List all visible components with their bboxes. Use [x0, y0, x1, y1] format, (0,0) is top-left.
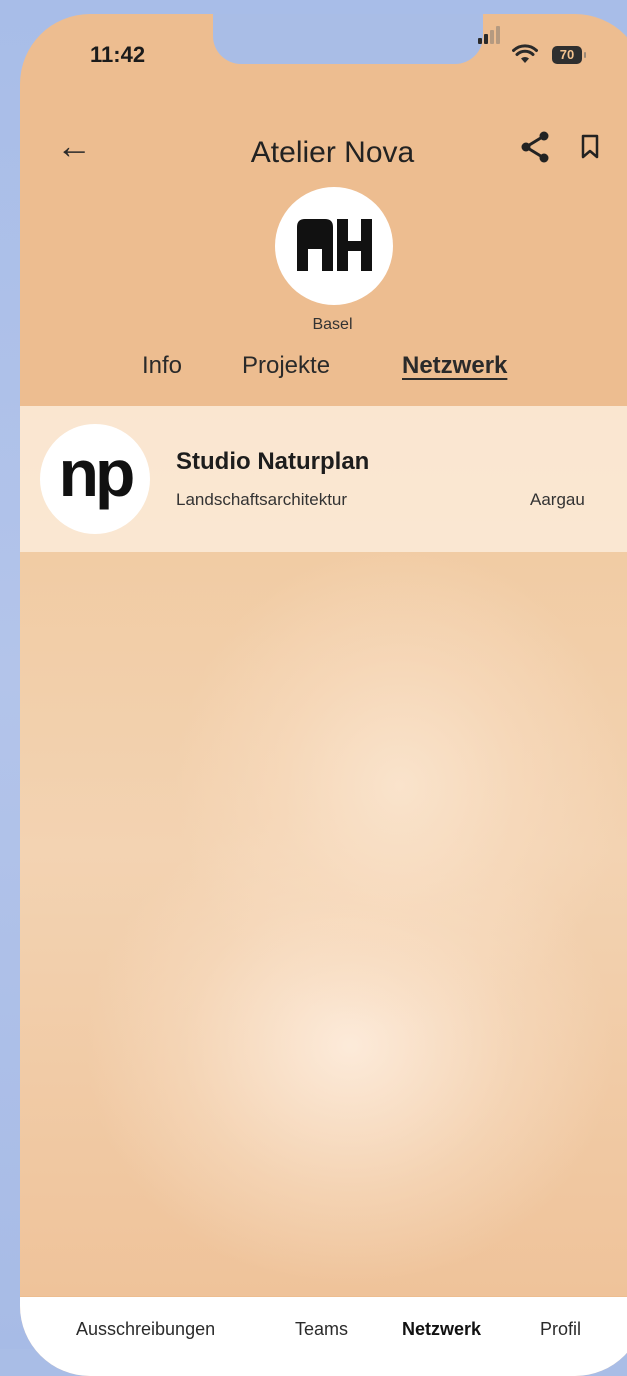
list-item[interactable]: np Studio Naturplan Landschaftsarchitekt…: [20, 406, 627, 552]
nav-teams[interactable]: Teams: [295, 1319, 348, 1340]
bookmark-icon[interactable]: [580, 134, 600, 160]
atelier-logo-icon: [297, 219, 372, 271]
nav-netzwerk[interactable]: Netzwerk: [402, 1319, 481, 1340]
top-bar: ← Atelier Nova: [20, 114, 627, 184]
logo-text: np: [58, 436, 136, 510]
battery-icon: 70: [552, 46, 586, 64]
wifi-icon: [512, 44, 538, 63]
item-location: Aargau: [530, 490, 585, 509]
item-category: Landschaftsarchitektur: [176, 490, 348, 509]
bottom-nav: Ausschreibungen Teams Netzwerk Profil: [20, 1297, 627, 1376]
network-list: np Studio Naturplan Landschaftsarchitekt…: [20, 406, 627, 1296]
tab-projekte[interactable]: Projekte: [242, 352, 330, 380]
status-time: 11:42: [90, 42, 146, 67]
notch: [213, 14, 483, 64]
phone-screen: 11:42 70 ← Atelier Nova Basel Info Proje…: [20, 14, 627, 1376]
company-city: Basel: [312, 316, 353, 333]
tab-netzwerk[interactable]: Netzwerk: [402, 352, 507, 380]
nav-ausschreibungen[interactable]: Ausschreibungen: [76, 1319, 215, 1340]
tab-info[interactable]: Info: [142, 352, 182, 380]
studio-naturplan-logo: np: [40, 424, 150, 534]
nav-profil[interactable]: Profil: [540, 1319, 581, 1340]
share-icon[interactable]: [518, 130, 552, 164]
profile-tabs: Info Projekte Netzwerk: [20, 352, 627, 392]
company-logo: [275, 187, 393, 305]
item-name: Studio Naturplan: [176, 448, 370, 475]
